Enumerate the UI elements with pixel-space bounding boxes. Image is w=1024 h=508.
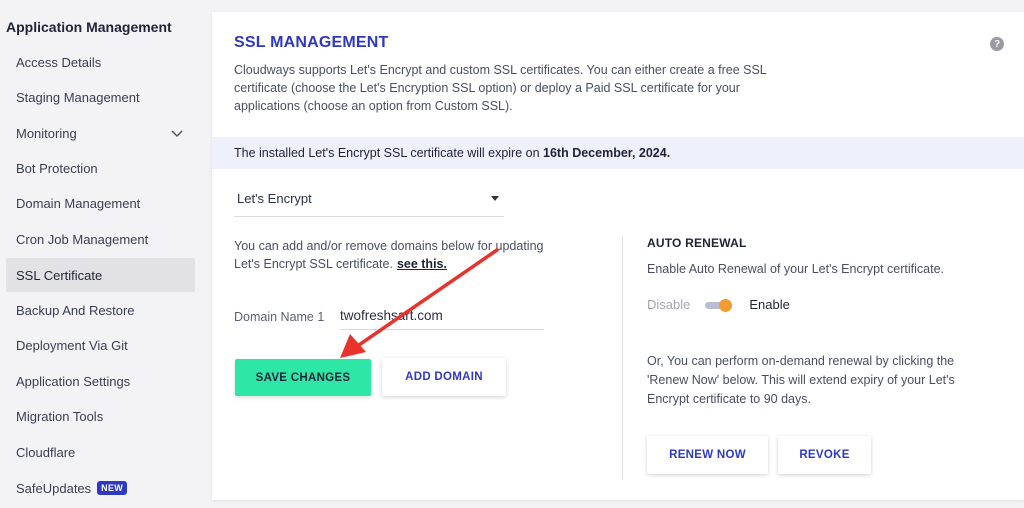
sidebar-item-label: Application Settings (16, 373, 131, 389)
domains-info-text: You can add and/or remove domains below … (234, 239, 544, 271)
auto-renewal-title: AUTO RENEWAL (647, 236, 747, 250)
sidebar-title: Application Management (6, 19, 172, 35)
auto-renewal-description: Enable Auto Renewal of your Let's Encryp… (647, 262, 944, 276)
sidebar-item-staging-management[interactable]: Staging Management (6, 80, 195, 114)
add-domain-button[interactable]: ADD DOMAIN (382, 358, 506, 396)
caret-down-icon (491, 196, 499, 201)
ssl-provider-value: Let's Encrypt (237, 190, 312, 206)
expiry-notice: The installed Let's Encrypt SSL certific… (212, 137, 1024, 169)
sidebar-item-label: Backup And Restore (16, 302, 135, 318)
sidebar-item-label: Domain Management (16, 195, 141, 211)
domains-info: You can add and/or remove domains below … (234, 237, 564, 273)
sidebar-item-label: SSL Certificate (16, 267, 103, 283)
sidebar-item-label: Access Details (16, 54, 102, 70)
sidebar-item-safeupdates[interactable]: SafeUpdates NEW (6, 471, 195, 505)
new-badge: NEW (97, 481, 128, 495)
sidebar-item-deployment-via-git[interactable]: Deployment Via Git (6, 328, 195, 362)
ssl-management-panel: SSL MANAGEMENT ? Cloudways supports Let'… (212, 12, 1024, 500)
sidebar-item-cloudflare[interactable]: Cloudflare (6, 435, 195, 469)
sidebar-item-access-details[interactable]: Access Details (6, 45, 195, 79)
enable-label: Enable (749, 297, 790, 312)
sidebar-item-label: Cloudflare (16, 444, 76, 460)
help-icon[interactable]: ? (990, 37, 1004, 51)
sidebar-item-label: Deployment Via Git (16, 337, 128, 353)
sidebar-item-label: Migration Tools (16, 408, 104, 424)
domain-name-input[interactable] (340, 302, 544, 330)
sidebar-item-label: Bot Protection (16, 160, 98, 176)
save-changes-button[interactable]: SAVE CHANGES (235, 359, 371, 396)
sidebar-item-application-settings[interactable]: Application Settings (6, 364, 195, 398)
domain-name-label: Domain Name 1 (234, 310, 325, 324)
ssl-provider-select[interactable]: Let's Encrypt (234, 180, 504, 217)
toggle-knob (719, 298, 733, 312)
disable-label: Disable (647, 297, 691, 312)
sidebar-item-monitoring[interactable]: Monitoring (6, 116, 195, 150)
sidebar-item-label: SafeUpdates (16, 480, 92, 496)
sidebar-item-domain-management[interactable]: Domain Management (6, 186, 195, 220)
sidebar: Application Management Access Details St… (0, 0, 200, 508)
expiry-date: 16th December, 2024. (543, 146, 671, 160)
sidebar-item-ssl-certificate[interactable]: SSL Certificate (6, 258, 195, 292)
auto-renewal-toggle[interactable] (705, 298, 733, 312)
ssl-description: Cloudways supports Let's Encrypt and cus… (234, 63, 767, 113)
sidebar-item-label: Monitoring (16, 125, 77, 141)
revoke-button[interactable]: REVOKE (778, 436, 871, 474)
chevron-down-icon[interactable] (171, 127, 183, 139)
sidebar-item-migration-tools[interactable]: Migration Tools (6, 399, 195, 433)
sidebar-item-cron-job-management[interactable]: Cron Job Management (6, 222, 195, 256)
expiry-notice-text: The installed Let's Encrypt SSL certific… (234, 146, 544, 160)
sidebar-item-backup-and-restore[interactable]: Backup And Restore (6, 293, 195, 327)
renewal-note: Or, You can perform on-demand renewal by… (647, 354, 955, 406)
sidebar-item-bot-protection[interactable]: Bot Protection (6, 151, 195, 185)
column-divider (622, 236, 623, 480)
auto-renewal-toggle-row: Disable Enable (647, 297, 790, 312)
sidebar-item-label: Cron Job Management (16, 231, 149, 247)
renew-now-button[interactable]: RENEW NOW (647, 436, 768, 474)
see-this-link[interactable]: see this. (397, 257, 447, 271)
sidebar-item-label: Staging Management (16, 89, 140, 105)
page-title: SSL MANAGEMENT (234, 34, 389, 51)
